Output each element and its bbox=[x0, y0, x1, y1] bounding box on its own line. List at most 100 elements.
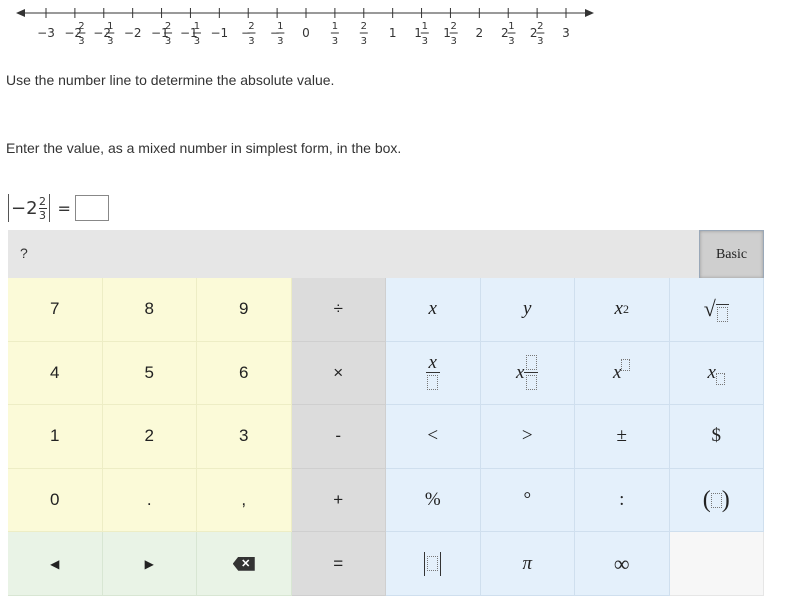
tick-label: 0 bbox=[302, 26, 310, 40]
key-multiply[interactable]: × bbox=[291, 341, 386, 406]
tick-label: 3 bbox=[562, 26, 570, 40]
number-line-label: 2 bbox=[476, 26, 484, 40]
tick-label-denominator: 3 bbox=[165, 36, 171, 47]
instruction-enter-value: Enter the value, as a mixed number in si… bbox=[6, 140, 402, 156]
key-divide[interactable]: ÷ bbox=[291, 278, 386, 342]
help-button[interactable]: ? bbox=[20, 245, 28, 261]
key-percent[interactable]: % bbox=[386, 468, 481, 533]
key-3[interactable]: 3 bbox=[197, 405, 292, 469]
number-line-label: −2 bbox=[124, 26, 142, 40]
key-plus-minus[interactable]: ± bbox=[575, 405, 670, 469]
key-decimal[interactable]: . bbox=[102, 468, 197, 533]
key-less-than[interactable]: < bbox=[386, 405, 481, 469]
key-5[interactable]: 5 bbox=[102, 341, 197, 406]
key-9[interactable]: 9 bbox=[197, 278, 292, 342]
tick-label-denominator: 3 bbox=[451, 36, 457, 47]
number-line-label: 1 13 bbox=[414, 21, 429, 47]
tick-label-denominator: 3 bbox=[78, 36, 84, 47]
instruction-number-line: Use the number line to determine the abs… bbox=[6, 72, 335, 88]
number-line-label: −1 bbox=[210, 26, 228, 40]
placeholder-icon bbox=[427, 374, 439, 390]
tick-label: −2 bbox=[124, 26, 142, 40]
backspace-icon: ✕ bbox=[232, 556, 255, 571]
key-cursor-right[interactable]: ▶ bbox=[102, 532, 197, 596]
tick-label-numerator: 1 bbox=[508, 21, 514, 32]
equation-sign: − bbox=[11, 197, 27, 219]
fraction-icon: x bbox=[425, 351, 440, 390]
tick-label-numerator: 2 bbox=[451, 21, 457, 32]
key-greater-than[interactable]: > bbox=[480, 405, 575, 469]
number-line-label: −213 bbox=[93, 21, 115, 47]
tick-label-denominator: 3 bbox=[248, 36, 254, 47]
key-1[interactable]: 1 bbox=[8, 405, 103, 469]
key-comma[interactable]: , bbox=[197, 468, 292, 533]
subscript-icon-x: x bbox=[707, 361, 716, 383]
number-line: −3 −223−213−2 −123−113−1 −23−130 13231 1 131 23… bbox=[16, 8, 594, 47]
basic-button[interactable]: Basic bbox=[699, 230, 764, 279]
tick-label: 1 bbox=[389, 26, 397, 40]
key-y[interactable]: y bbox=[480, 278, 575, 342]
key-square-root[interactable]: √ bbox=[669, 278, 764, 342]
math-keypad: ? Basic 7 8 9 ÷ x y x2 √ 4 5 6 × x x x x bbox=[8, 230, 764, 596]
paren-right: ) bbox=[721, 486, 730, 513]
key-infinity[interactable]: ∞ bbox=[575, 532, 670, 596]
key-equals[interactable]: = bbox=[291, 532, 386, 596]
tick-label-denominator: 3 bbox=[107, 36, 113, 47]
tick-label: −3 bbox=[37, 26, 55, 40]
placeholder-icon bbox=[716, 307, 728, 323]
placeholder-icon bbox=[715, 372, 725, 385]
key-2[interactable]: 2 bbox=[102, 405, 197, 469]
key-cursor-left[interactable]: ◀ bbox=[8, 532, 103, 596]
key-x[interactable]: x bbox=[386, 278, 481, 342]
key-empty bbox=[669, 532, 764, 596]
key-0[interactable]: 0 bbox=[8, 468, 103, 533]
number-line-label: −3 bbox=[37, 26, 55, 40]
key-fraction[interactable]: x bbox=[386, 341, 481, 406]
number-line-label: −13 bbox=[270, 21, 285, 47]
tick-label-numerator: 1 bbox=[332, 21, 338, 32]
tick-label-numerator: 1 bbox=[194, 21, 200, 32]
key-6[interactable]: 6 bbox=[197, 341, 292, 406]
number-line-label: 2 13 bbox=[501, 21, 516, 47]
key-absolute-value[interactable] bbox=[386, 532, 481, 596]
number-line-label: 2 23 bbox=[530, 21, 545, 47]
tick-label-numerator: 2 bbox=[537, 21, 543, 32]
arrow-left-icon: ◀ bbox=[50, 556, 60, 571]
key-plus[interactable]: + bbox=[291, 468, 386, 533]
arrow-right-icon bbox=[585, 9, 594, 17]
number-line-label: 23 bbox=[359, 21, 368, 47]
number-line-label: 1 bbox=[389, 26, 397, 40]
key-power[interactable]: x bbox=[575, 341, 670, 406]
key-parentheses[interactable]: () bbox=[669, 468, 764, 533]
key-dollar[interactable]: $ bbox=[669, 405, 764, 469]
key-x-squared[interactable]: x2 bbox=[575, 278, 670, 342]
absolute-value-equation: − 2 2 3 = bbox=[6, 192, 109, 224]
mixed-number-icon bbox=[524, 355, 539, 391]
number-line-label: 0 bbox=[302, 26, 310, 40]
key-4[interactable]: 4 bbox=[8, 341, 103, 406]
key-degree[interactable]: ° bbox=[480, 468, 575, 533]
key-minus[interactable]: - bbox=[291, 405, 386, 469]
key-8[interactable]: 8 bbox=[102, 278, 197, 342]
key-pi[interactable]: π bbox=[480, 532, 575, 596]
key-x-squared-base: x bbox=[614, 298, 623, 320]
equals-sign: = bbox=[57, 198, 71, 218]
key-7[interactable]: 7 bbox=[8, 278, 103, 342]
key-mixed-number[interactable]: x bbox=[480, 341, 575, 406]
key-x-squared-exp: 2 bbox=[622, 301, 629, 316]
tick-label-denominator: 3 bbox=[361, 36, 367, 47]
key-backspace[interactable]: ✕ bbox=[197, 532, 292, 596]
fraction-icon-x: x bbox=[428, 351, 437, 373]
key-colon[interactable]: : bbox=[575, 468, 670, 533]
number-line-label: 1 23 bbox=[443, 21, 458, 47]
answer-input[interactable] bbox=[74, 195, 109, 221]
tick-label-denominator: 3 bbox=[508, 36, 514, 47]
tick-label-numerator: 2 bbox=[78, 21, 84, 32]
number-line-label: −113 bbox=[180, 21, 201, 47]
power-icon-x: x bbox=[613, 361, 622, 383]
key-subscript[interactable]: x bbox=[669, 341, 764, 406]
tick-label-numerator: 1 bbox=[422, 21, 428, 32]
tick-label-numerator: 2 bbox=[361, 21, 367, 32]
number-line-label: −223 bbox=[64, 21, 86, 47]
placeholder-icon bbox=[710, 492, 722, 508]
